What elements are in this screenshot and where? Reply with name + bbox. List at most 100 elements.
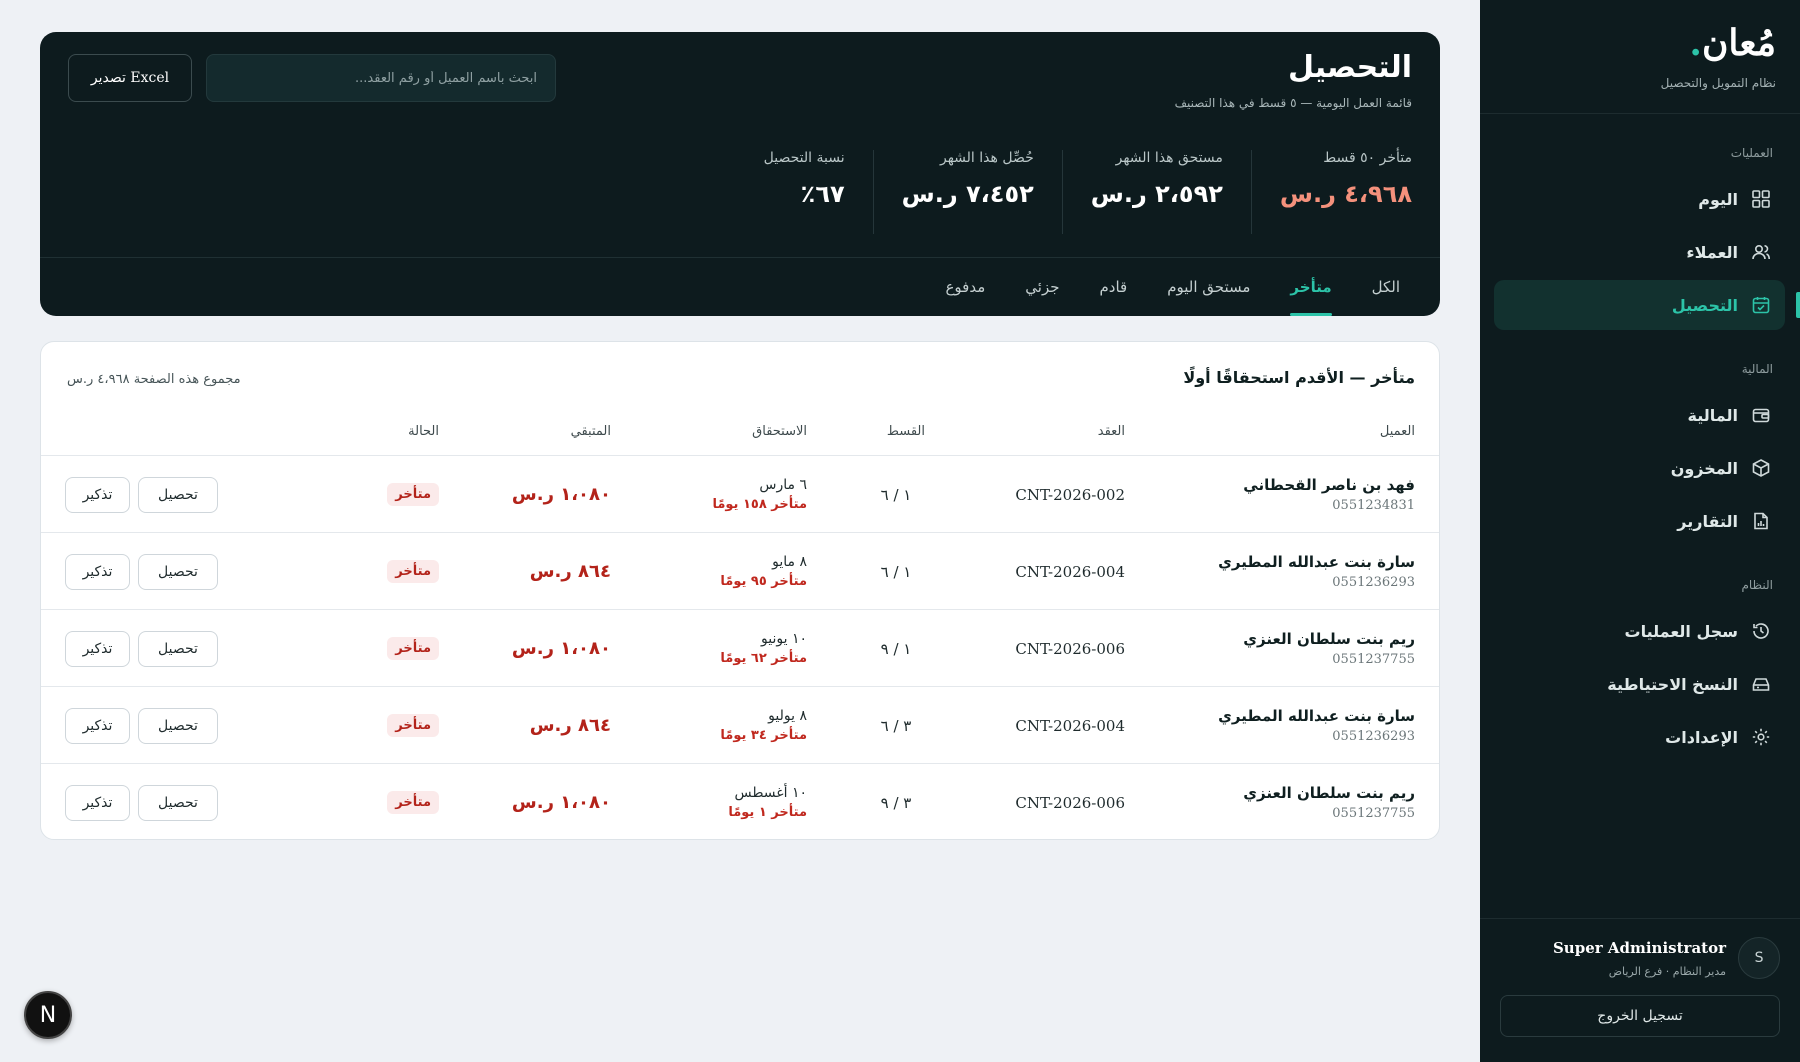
status-cell: متأخر [359,456,439,533]
drive-icon [1750,673,1772,695]
remind-button[interactable]: تذكير [65,553,130,590]
client-name[interactable]: فهد بن ناصر القحطاني [1243,476,1415,494]
client-name[interactable]: سارة بنت عبدالله المطيري [1218,553,1415,571]
collect-button[interactable]: تحصيل [138,553,218,590]
logout-button[interactable]: تسجيل الخروج [1500,995,1780,1037]
app-logo[interactable]: مُعان. [1504,22,1776,64]
stat-label: نسبة التحصيل [763,150,845,166]
remaining-amount: ١،٠٨٠ ر.س [511,638,611,659]
users-icon [1750,241,1772,263]
collect-button[interactable]: تحصيل [138,476,218,513]
status-badge: متأخر [387,637,439,660]
sidebar-item-label: العملاء [1686,242,1738,262]
column-contract: العقد [1097,424,1125,439]
grid-icon [1750,188,1772,210]
sidebar-item-backups[interactable]: النسخ الاحتياطية [1494,659,1785,709]
remaining-amount: ٨٦٤ ر.س [529,715,611,736]
client-phone: 0551237755 [1332,652,1415,667]
days-overdue: متأخر ٩٥ يومًا [720,574,807,589]
column-due: الاستحقاق [752,424,807,439]
stat-due-this-month: مستحق هذا الشهر ٢،٥٩٢ ر.س [1061,150,1251,234]
status-cell: متأخر [359,533,439,610]
status-cell: متأخر [359,764,439,839]
collection-header: التحصيل قائمة العمل اليومية — ٥ قسط في ه… [40,32,1440,316]
row-actions: تذكير تحصيل [65,764,218,839]
due-cell: ١٠ أغسطس متأخر ١ يومًا [677,764,807,839]
sidebar-item-label: اليوم [1698,189,1738,209]
stat-collected-this-month: حُصِّل هذا الشهر ٧،٤٥٢ ر.س [872,150,1062,234]
sidebar-item-reports[interactable]: التقارير [1494,496,1785,546]
nav-section-finance: المالية [1741,362,1773,376]
sidebar-item-inventory[interactable]: المخزون [1494,443,1785,493]
sidebar-item-label: التقارير [1677,511,1738,531]
client-phone: 0551236293 [1332,729,1415,744]
column-status: الحالة [408,424,439,439]
stat-label: مستحق هذا الشهر [1115,150,1223,166]
sidebar-item-today[interactable]: اليوم [1494,174,1785,224]
app-tagline: نظام التمويل والتحصيل [1660,76,1776,90]
client-name[interactable]: سارة بنت عبدالله المطيري [1218,707,1415,725]
sidebar-item-finance[interactable]: المالية [1494,390,1785,440]
contract-number: CNT-2026-006 [1015,639,1125,658]
remind-button[interactable]: تذكير [65,707,130,744]
calendar-check-icon [1750,294,1772,316]
sidebar-item-settings[interactable]: الإعدادات [1494,712,1785,762]
stat-label: متأخر ٥٠ قسط [1323,150,1412,166]
tab-paid[interactable]: مدفوع [945,257,985,316]
due-cell: ٨ يوليو متأخر ٣٤ يومًا [677,687,807,764]
collect-button[interactable]: تحصيل [138,707,218,744]
table-row: فهد بن ناصر القحطاني 0551234831 CNT-2026… [41,456,1439,533]
user-profile[interactable]: S Super Administrator مدير النظام · فرع … [1500,937,1780,979]
remind-button[interactable]: تذكير [65,630,130,667]
row-actions: تذكير تحصيل [65,533,218,610]
table-row: ريم بنت سلطان العنزي 0551237755 CNT-2026… [41,764,1439,839]
nav-section-operations: العمليات [1730,146,1773,160]
remind-button[interactable]: تذكير [65,784,130,821]
row-actions: تذكير تحصيل [65,456,218,533]
card-title: متأخر — الأقدم استحقاقًا أولًا [1183,368,1415,387]
collect-button[interactable]: تحصيل [138,630,218,667]
user-name: Super Administrator [1552,938,1726,957]
sidebar-item-clients[interactable]: العملاء [1494,227,1785,277]
sidebar-item-label: المخزون [1670,458,1738,478]
column-client: العميل [1379,424,1415,439]
tab-all[interactable]: الكل [1372,257,1400,316]
tab-partial[interactable]: جزئي [1025,257,1059,316]
user-role: مدير النظام · فرع الرياض [1608,964,1726,978]
client-name[interactable]: ريم بنت سلطان العنزي [1243,630,1415,648]
due-cell: ٨ مايو متأخر ٩٥ يومًا [677,533,807,610]
history-icon [1750,620,1772,642]
row-actions: تذكير تحصيل [65,687,218,764]
installments-card: متأخر — الأقدم استحقاقًا أولًا مجموع هذه… [40,341,1440,840]
client-name[interactable]: ريم بنت سلطان العنزي [1243,784,1415,802]
report-icon [1750,510,1772,532]
dev-tools-button[interactable]: N [24,991,72,1039]
stat-value: ٧،٤٥٢ ر.س [901,180,1034,208]
tab-due-today[interactable]: مستحق اليوم [1167,257,1250,316]
installment-number: ١ / ٦ [880,562,912,581]
installment-number: ١ / ٩ [880,639,912,658]
header-tools: تصدير Excel [68,54,556,102]
stat-overdue: متأخر ٥٠ قسط ٤،٩٦٨ ر.س [1250,150,1412,234]
client-phone: 0551234831 [1332,498,1415,513]
tab-upcoming[interactable]: قادم [1100,257,1128,316]
remind-button[interactable]: تذكير [65,476,130,513]
due-date: ١٠ يونيو [761,631,807,647]
tab-overdue[interactable]: متأخر [1290,257,1332,316]
status-badge: متأخر [387,791,439,814]
sidebar-item-audit-log[interactable]: سجل العمليات [1494,606,1785,656]
brand: مُعان. نظام التمويل والتحصيل [1480,0,1800,114]
sidebar-item-label: النسخ الاحتياطية [1607,674,1738,694]
collect-button[interactable]: تحصيل [138,784,218,821]
sidebar-item-collection[interactable]: التحصيل [1494,280,1800,330]
column-remaining: المتبقي [570,424,611,439]
sidebar: مُعان. نظام التمويل والتحصيل العمليات ال… [1480,0,1800,1062]
table-row: سارة بنت عبدالله المطيري 0551236293 CNT-… [41,687,1439,764]
client-phone: 0551237755 [1332,806,1415,821]
export-excel-button[interactable]: تصدير Excel [68,54,192,102]
stats-row: متأخر ٥٠ قسط ٤،٩٦٨ ر.س مستحق هذا الشهر ٢… [736,150,1412,234]
page-total: مجموع هذه الصفحة ٤،٩٦٨ ر.س [67,372,241,387]
remaining-amount: ٨٦٤ ر.س [529,561,611,582]
search-input[interactable] [206,54,556,102]
remaining-amount: ١،٠٨٠ ر.س [511,484,611,505]
